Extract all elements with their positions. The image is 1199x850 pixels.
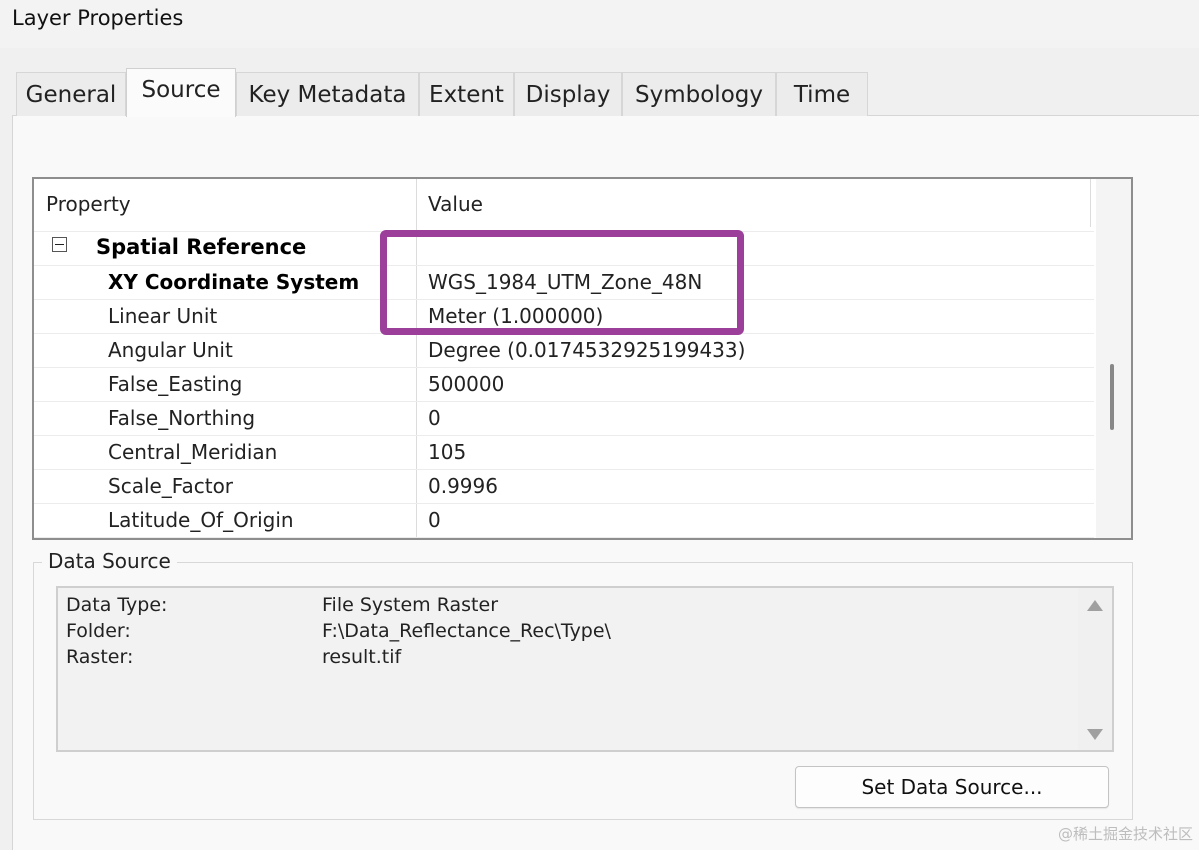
data-type-key: Data Type:	[66, 594, 168, 616]
window-title: Layer Properties	[12, 6, 184, 30]
tab-general[interactable]: General	[16, 72, 126, 116]
folder-value: F:\Data_Reflectance_Rec\Type\	[322, 620, 611, 642]
property-name: Central_Meridian	[108, 440, 278, 464]
highlight-annotation-box	[380, 230, 744, 335]
tab-key-metadata[interactable]: Key Metadata	[236, 72, 419, 116]
raster-key: Raster:	[66, 646, 134, 668]
grid-row-central-meridian[interactable]: Central_Meridian 105	[34, 435, 1094, 470]
scroll-up-arrow-icon[interactable]	[1087, 600, 1103, 611]
property-name: XY Coordinate System	[108, 270, 360, 294]
grid-row-false-northing[interactable]: False_Northing 0	[34, 401, 1094, 436]
grid-header: Property Value	[34, 179, 1094, 232]
group-label: Spatial Reference	[96, 235, 307, 259]
grid-row-scale-factor[interactable]: Scale_Factor 0.9996	[34, 469, 1094, 504]
data-type-value: File System Raster	[322, 594, 499, 616]
tab-extent[interactable]: Extent	[419, 72, 514, 116]
collapse-icon[interactable]	[52, 237, 67, 252]
property-name: Linear Unit	[108, 304, 218, 328]
property-name: Scale_Factor	[108, 474, 234, 498]
data-source-legend: Data Source	[42, 549, 177, 573]
watermark: @稀土掘金技术社区	[1057, 825, 1193, 843]
grid-scrollbar-thumb[interactable]	[1110, 364, 1114, 430]
header-end-divider	[1090, 179, 1091, 227]
grid-scrollbar[interactable]	[1096, 179, 1131, 538]
property-value: Degree (0.0174532925199433)	[428, 338, 746, 362]
grid-row-angular-unit[interactable]: Angular Unit Degree (0.0174532925199433)	[34, 333, 1094, 368]
property-value: 0.9996	[428, 474, 498, 498]
data-source-info: Data Type: File System Raster Folder: F:…	[56, 586, 1114, 752]
tab-source[interactable]: Source	[126, 68, 236, 117]
folder-key: Folder:	[66, 620, 131, 642]
title-bar: Layer Properties	[0, 0, 1199, 48]
grid-row-false-easting[interactable]: False_Easting 500000	[34, 367, 1094, 402]
property-value: 0	[428, 508, 441, 532]
data-source-scrollbar[interactable]	[1078, 588, 1112, 750]
scroll-down-arrow-icon[interactable]	[1087, 729, 1103, 740]
property-value: 0	[428, 406, 441, 430]
tab-time[interactable]: Time	[776, 72, 868, 116]
tab-strip: General Source Key Metadata Extent Displ…	[16, 68, 1199, 117]
tab-display[interactable]: Display	[514, 72, 622, 116]
property-value: 105	[428, 440, 467, 464]
property-name: Latitude_Of_Origin	[108, 508, 294, 532]
grid-row-latitude-of-origin[interactable]: Latitude_Of_Origin 0	[34, 503, 1094, 538]
property-name: Angular Unit	[108, 338, 233, 362]
value-column-header[interactable]: Value	[428, 192, 483, 216]
set-data-source-button[interactable]: Set Data Source...	[795, 766, 1109, 808]
property-name: False_Easting	[108, 372, 243, 396]
raster-value: result.tif	[322, 646, 402, 668]
property-value: 500000	[428, 372, 505, 396]
property-name: False_Northing	[108, 406, 256, 430]
property-column-header[interactable]: Property	[46, 192, 131, 216]
tab-symbology[interactable]: Symbology	[622, 72, 776, 116]
